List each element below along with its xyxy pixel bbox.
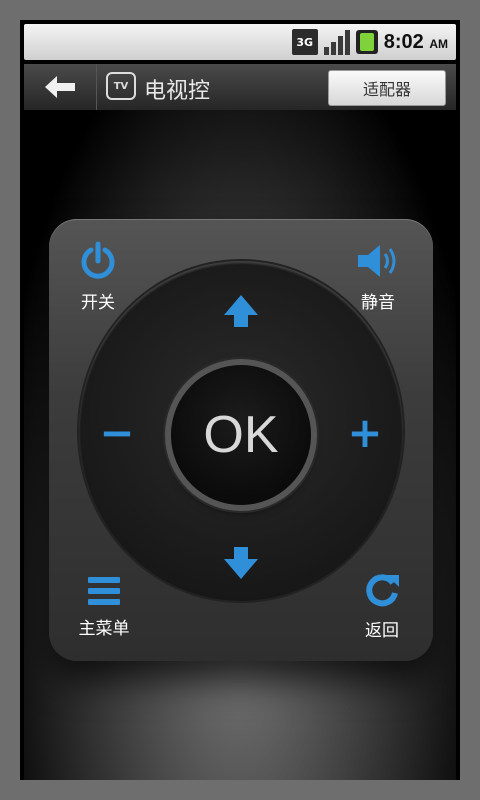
network-3g-icon: 3G	[291, 29, 318, 55]
remote-area: 开关 静音 − + OK 主菜单 返回	[24, 110, 456, 780]
menu-icon	[88, 577, 120, 605]
power-icon	[81, 241, 115, 279]
title-bar: TV 电视控 适配器	[24, 64, 456, 111]
return-icon	[366, 574, 399, 607]
remote-panel: 开关 静音 − + OK 主菜单 返回	[49, 219, 433, 661]
power-button[interactable]: 开关	[53, 241, 143, 313]
return-button[interactable]: 返回	[337, 571, 427, 641]
back-arrow-icon	[45, 76, 75, 98]
status-bar: 3G 8:02 AM	[24, 24, 456, 60]
minus-button[interactable]: −	[95, 411, 139, 455]
speaker-icon	[358, 245, 396, 277]
main-menu-button[interactable]: 主菜单	[59, 575, 149, 639]
up-button[interactable]	[221, 291, 261, 331]
arrow-down-icon	[224, 547, 258, 579]
adapter-button[interactable]: 适配器	[328, 70, 446, 106]
arrow-up-icon	[224, 295, 258, 327]
page-title: 电视控	[144, 79, 211, 104]
battery-charging-icon	[355, 30, 378, 54]
status-time: 8:02 AM	[383, 30, 448, 53]
phone-screen: 3G 8:02 AM TV 电视控 适配器 开关 静音 − + OK 主菜单 返…	[20, 20, 460, 780]
return-label: 返回	[365, 621, 399, 641]
back-button[interactable]	[24, 64, 97, 110]
plus-button[interactable]: +	[343, 411, 387, 455]
main-menu-label: 主菜单	[78, 619, 130, 639]
tv-icon: TV	[106, 72, 136, 100]
direction-dial: − + OK	[79, 261, 403, 601]
ok-button[interactable]: OK	[171, 365, 311, 505]
status-icons: 3G 8:02 AM	[291, 28, 448, 56]
down-button[interactable]	[221, 543, 261, 583]
signal-strength-icon	[323, 29, 350, 55]
